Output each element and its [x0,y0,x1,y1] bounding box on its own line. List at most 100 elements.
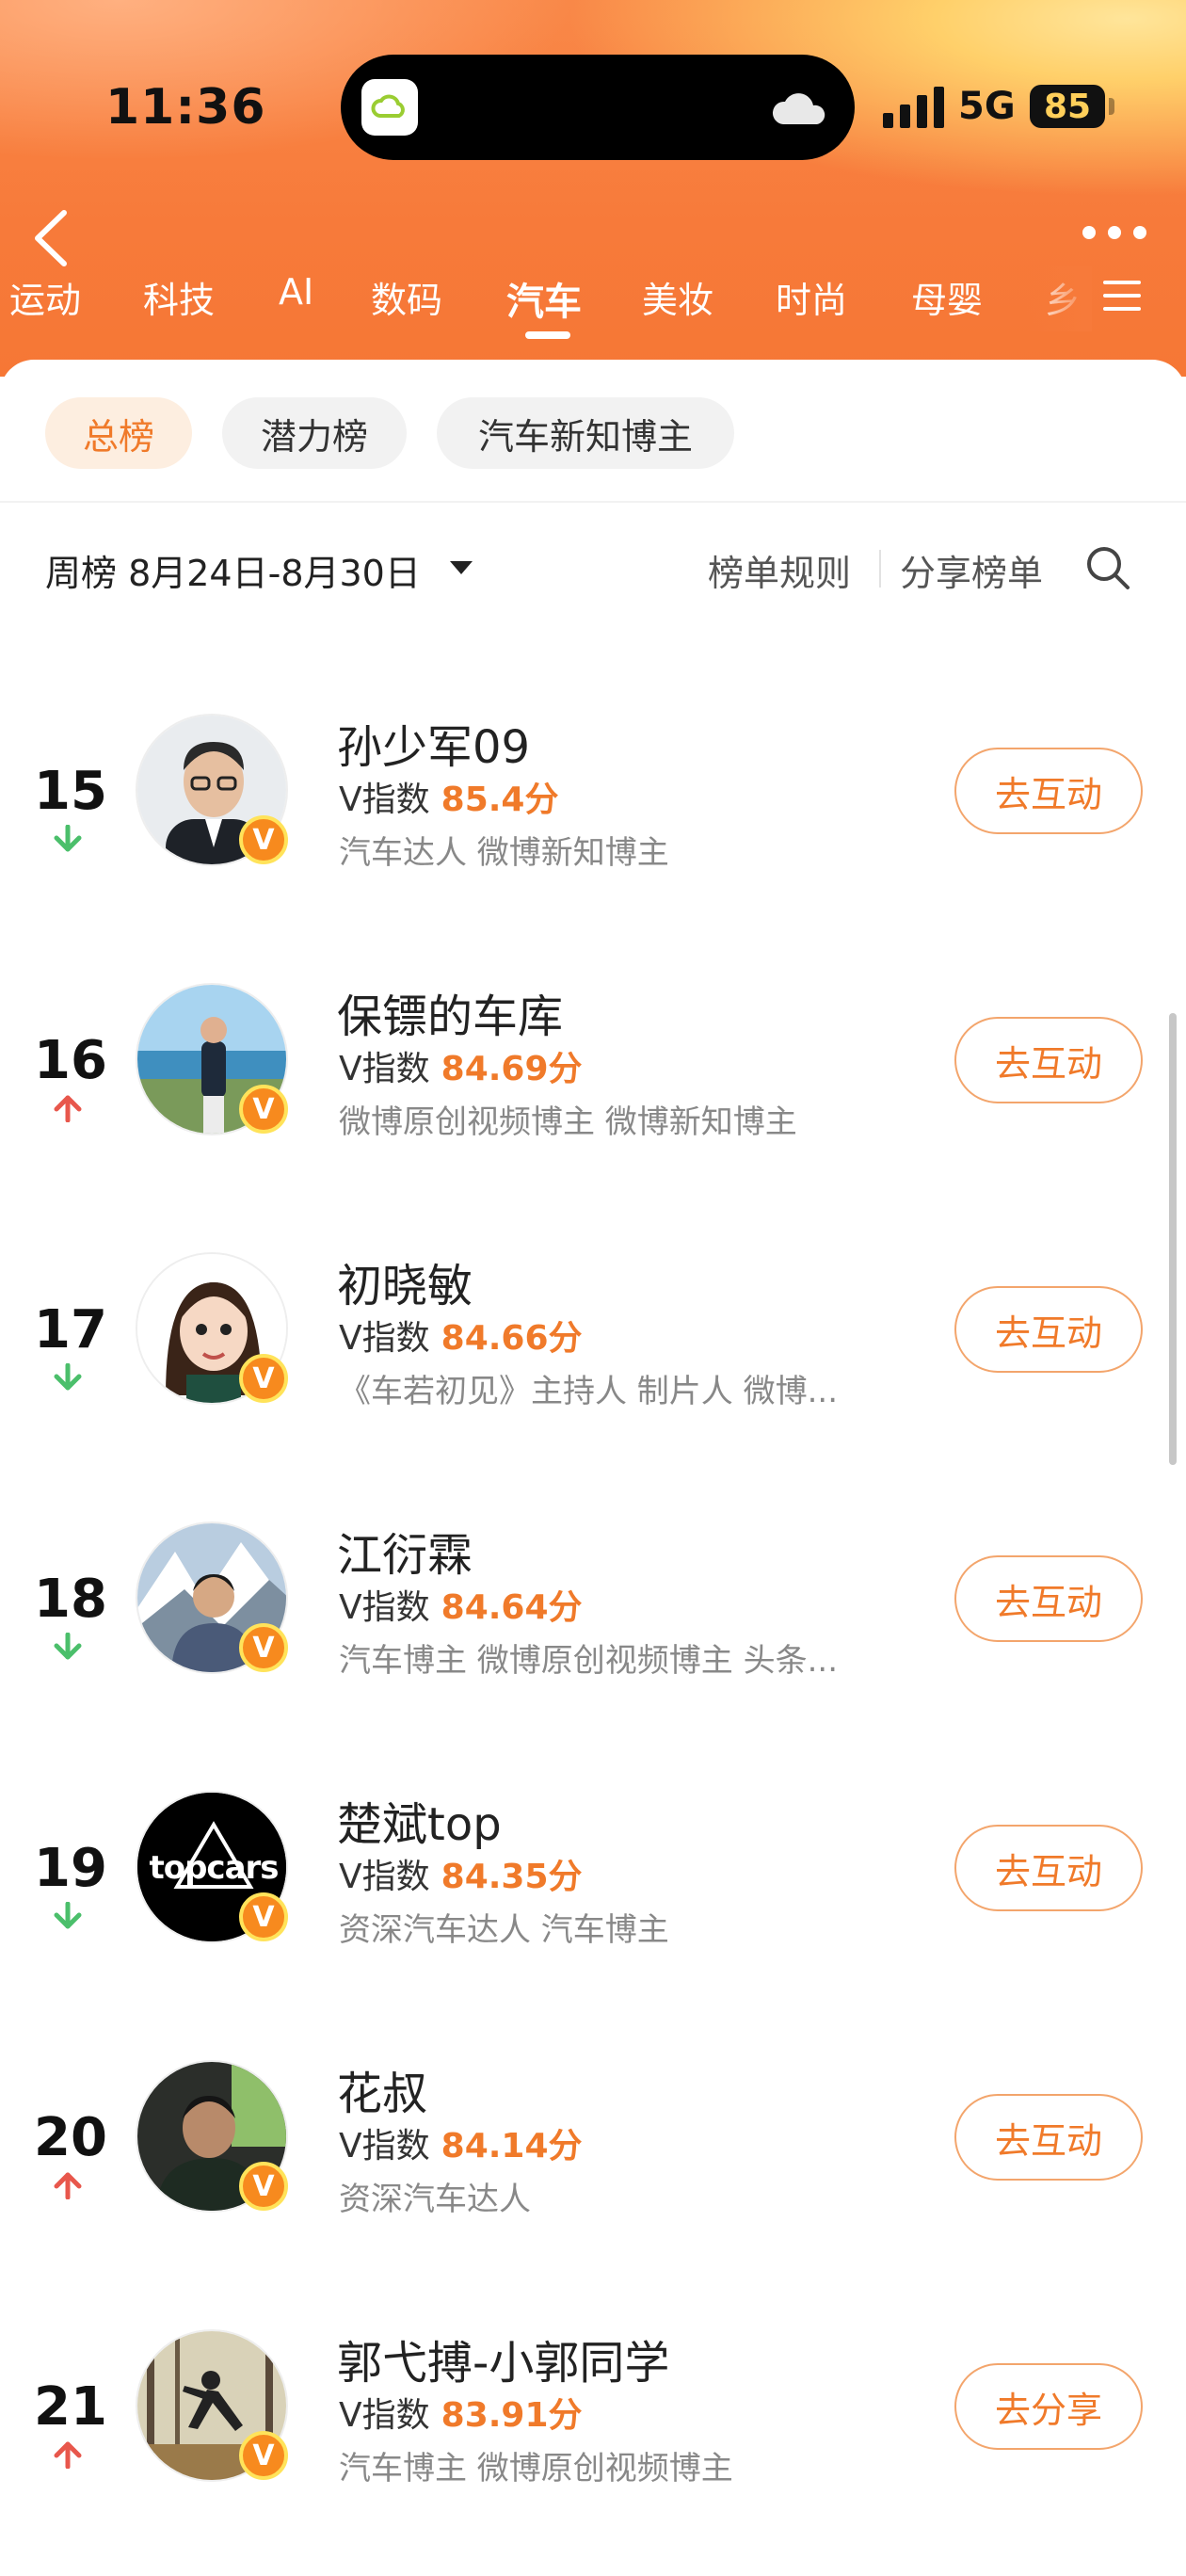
rank-number: 18 [34,1569,107,1630]
rules-link[interactable]: 榜单规则 [708,544,851,596]
list-item[interactable]: 21 V 郭弋搏-小郭同学 V指数 83.91分 汽车博主 微博原创视频博主 去分… [0,2329,1186,2576]
tab-tech[interactable]: 科技 [143,271,215,323]
dropdown-caret-icon[interactable] [450,561,473,574]
v-index-label: V指数 [339,781,430,819]
interact-button[interactable]: 去互动 [954,2094,1143,2181]
verified-badge-icon: V [239,1085,288,1134]
back-arrow-icon[interactable] [23,205,79,271]
filter-new-knowledge[interactable]: 汽车新知博主 [437,397,734,469]
blogger-name[interactable]: 郭弋搏-小郭同学 [337,2326,669,2391]
blogger-name[interactable]: 江衍霖 [337,1518,473,1584]
v-index-score: 85.4分 [441,781,559,819]
verified-badge-icon: V [239,1623,288,1672]
interact-button[interactable]: 去互动 [954,1286,1143,1373]
battery-tip [1109,98,1114,115]
list-item[interactable]: 16 V 保镖的车库 V指数 84.69分 微博原创视频博主 微博新知博主 去互动 [0,983,1186,1252]
blogger-tags: 资深汽车达人 [339,2181,531,2218]
v-index-label: V指数 [339,1588,430,1627]
blogger-tags: 微博原创视频博主 微博新知博主 [339,1103,797,1141]
list-item[interactable]: 18 V 江衍霖 V指数 84.64分 汽车博主 微博原创视频博主 头条... 去… [0,1521,1186,1791]
trend-up-icon [54,2441,82,2469]
blogger-name[interactable]: 初晓敏 [337,1248,473,1314]
verified-badge-icon: V [239,1354,288,1403]
list-item[interactable]: 19 topcars V 楚斌top V指数 84.35分 资深汽车达人 汽车博主… [0,1791,1186,2060]
tab-ai[interactable]: AI [279,271,313,313]
interact-button[interactable]: 去互动 [954,1555,1143,1642]
verified-badge-icon: V [239,2162,288,2211]
trend-down-icon [54,825,82,852]
trend-up-icon [54,1095,82,1122]
rank-number: 15 [34,761,107,822]
weather-cloud-icon [772,93,825,124]
v-index-score: 84.66分 [441,1319,583,1358]
tab-fade [1026,266,1092,331]
battery-icon: 85 [1030,85,1105,128]
v-index-label: V指数 [339,1858,430,1896]
interact-button[interactable]: 去互动 [954,748,1143,834]
rank-number: 17 [34,1299,107,1360]
v-index: V指数 84.69分 [339,1041,583,1090]
list-item[interactable]: 17 V 初晓敏 V指数 84.66分 《车若初见》主持人 制片人 微博... 去… [0,1252,1186,1521]
menu-icon[interactable] [1101,277,1143,314]
verified-badge-icon: V [239,2431,288,2480]
v-index-score: 83.91分 [441,2396,583,2435]
verified-badge-icon: V [239,815,288,864]
blogger-tags: 汽车达人 微博新知博主 [339,834,669,872]
blogger-tags: 汽车博主 微博原创视频博主 头条... [339,1642,839,1680]
tab-baby[interactable]: 母婴 [911,271,983,323]
trend-up-icon [54,2172,82,2199]
status-time: 11:36 [105,79,266,136]
rank-number: 20 [34,2107,107,2168]
v-index: V指数 84.14分 [339,2118,583,2167]
list-item[interactable]: 20 V 花叔 V指数 84.14分 资深汽车达人 去互动 [0,2060,1186,2329]
week-selector[interactable]: 周榜 8月24日-8月30日 [45,544,421,596]
blogger-tags: 《车若初见》主持人 制片人 微博... [339,1373,839,1410]
v-index: V指数 84.64分 [339,1580,583,1629]
signal-icon [883,87,944,128]
tab-beauty[interactable]: 美妆 [642,271,713,323]
v-index-label: V指数 [339,2127,430,2165]
blogger-name[interactable]: 花叔 [337,2056,427,2122]
scrollbar[interactable] [1169,1013,1177,1465]
blogger-name[interactable]: 保镖的车库 [337,979,563,1045]
trend-down-icon [54,1633,82,1660]
active-tab-indicator [525,331,570,339]
category-tabs: 运动 科技 AI 数码 汽车 美妆 时尚 母婴 乡 [0,266,1082,341]
v-index: V指数 83.91分 [339,2388,583,2437]
blogger-name[interactable]: 孙少军09 [337,710,530,776]
network-type: 5G [958,85,1016,128]
v-index-score: 84.35分 [441,1858,583,1896]
search-icon[interactable] [1084,544,1131,591]
more-options-icon[interactable] [1082,226,1146,245]
rank-number: 21 [34,2376,107,2438]
v-index-label: V指数 [339,1319,430,1358]
tab-sports[interactable]: 运动 [9,271,81,323]
interact-button[interactable]: 去互动 [954,1017,1143,1103]
divider [0,501,1186,503]
filter-potential[interactable]: 潜力榜 [222,397,407,469]
v-index-label: V指数 [339,1050,430,1088]
tab-auto[interactable]: 汽车 [506,271,582,326]
interact-button[interactable]: 去互动 [954,1825,1143,1911]
rank-number: 19 [34,1838,107,1899]
v-index-score: 84.69分 [441,1050,583,1088]
blogger-tags: 资深汽车达人 汽车博主 [339,1911,669,1949]
blogger-name[interactable]: 楚斌top [337,1787,502,1853]
tab-digital[interactable]: 数码 [371,271,442,323]
blogger-tags: 汽车博主 微博原创视频博主 [339,2450,733,2487]
share-button[interactable]: 去分享 [954,2363,1143,2450]
topcars-logo-text: topcars [149,1849,279,1887]
list-item[interactable]: 15 V 孙少军09 V指数 85.4分 汽车达人 微博新知博主 去互动 [0,714,1186,983]
v-index-score: 84.64分 [441,1588,583,1627]
v-index-score: 84.14分 [441,2127,583,2165]
filter-overall[interactable]: 总榜 [45,397,192,469]
verified-badge-icon: V [239,1892,288,1941]
share-list-link[interactable]: 分享榜单 [900,544,1043,596]
v-index: V指数 85.4分 [339,772,558,821]
separator [879,550,881,588]
trend-down-icon [54,1363,82,1391]
trend-down-icon [54,1902,82,1929]
cloud-app-icon [361,79,418,136]
tab-fashion[interactable]: 时尚 [776,271,847,323]
rank-number: 16 [34,1030,107,1091]
